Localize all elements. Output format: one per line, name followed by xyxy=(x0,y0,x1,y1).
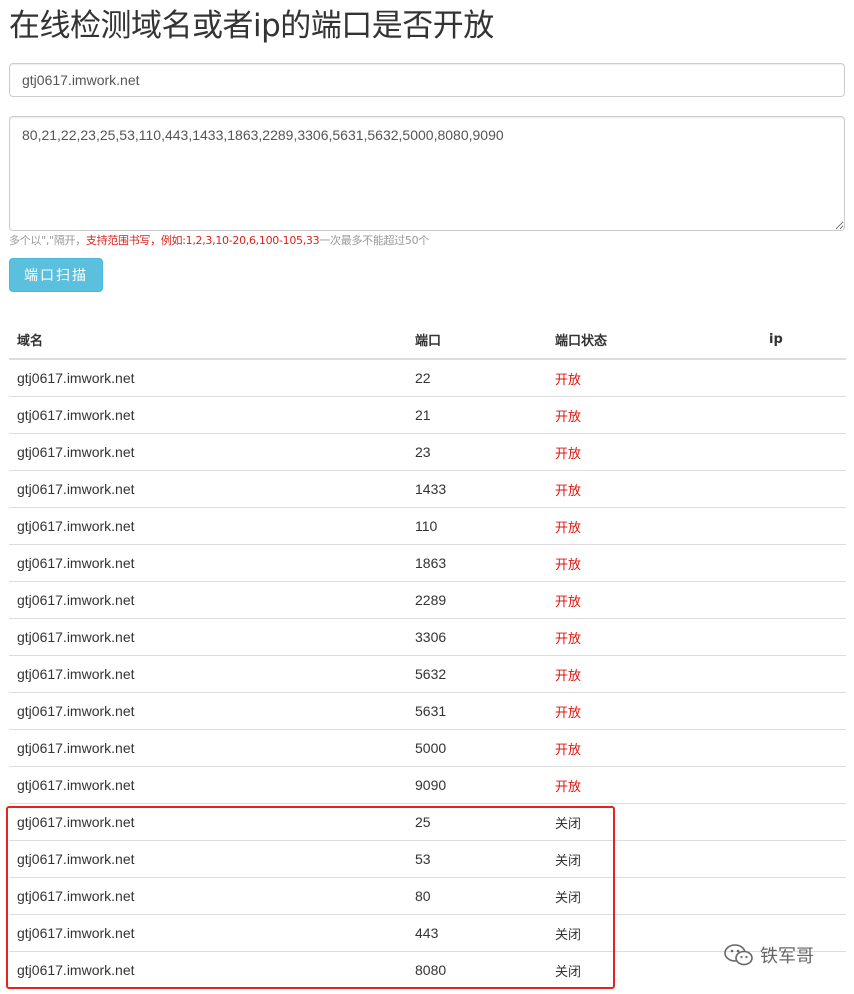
cell-status: 开放 xyxy=(547,618,761,656)
cell-ip xyxy=(761,618,846,656)
cell-domain: gtj0617.imwork.net xyxy=(9,729,407,767)
cell-port: 5632 xyxy=(407,655,547,693)
cell-ip xyxy=(761,507,846,545)
cell-status: 开放 xyxy=(547,729,761,767)
table-row: gtj0617.imwork.net 9090 开放 xyxy=(9,766,846,804)
cell-port: 23 xyxy=(407,433,547,471)
header-ip: ip xyxy=(761,321,846,360)
watermark-text: 铁军哥 xyxy=(760,946,814,967)
cell-status: 开放 xyxy=(547,396,761,434)
cell-status: 开放 xyxy=(547,692,761,730)
cell-ip xyxy=(761,840,846,878)
cell-port: 5631 xyxy=(407,692,547,730)
cell-domain: gtj0617.imwork.net xyxy=(9,433,407,471)
cell-port: 1433 xyxy=(407,470,547,508)
cell-port: 22 xyxy=(407,358,547,397)
cell-domain: gtj0617.imwork.net xyxy=(9,581,407,619)
table-row: gtj0617.imwork.net 5631 开放 xyxy=(9,692,846,730)
table-row: gtj0617.imwork.net 5632 开放 xyxy=(9,655,846,693)
cell-port: 5000 xyxy=(407,729,547,767)
table-row: gtj0617.imwork.net 1863 开放 xyxy=(9,544,846,582)
table-row: gtj0617.imwork.net 1433 开放 xyxy=(9,470,846,508)
table-row: gtj0617.imwork.net 5000 开放 xyxy=(9,729,846,767)
cell-status: 开放 xyxy=(547,433,761,471)
table-row: gtj0617.imwork.net 110 开放 xyxy=(9,507,846,545)
cell-status: 开放 xyxy=(547,544,761,582)
cell-ip xyxy=(761,766,846,804)
cell-ip xyxy=(761,655,846,693)
cell-port: 2289 xyxy=(407,581,547,619)
page-title: 在线检测域名或者ip的端口是否开放 xyxy=(9,8,494,44)
table-row: gtj0617.imwork.net 23 开放 xyxy=(9,433,846,471)
cell-ip xyxy=(761,433,846,471)
table-row: gtj0617.imwork.net 3306 开放 xyxy=(9,618,846,656)
cell-ip xyxy=(761,803,846,841)
cell-ip xyxy=(761,877,846,915)
cell-ip xyxy=(761,544,846,582)
cell-port: 21 xyxy=(407,396,547,434)
cell-port: 3306 xyxy=(407,618,547,656)
wechat-icon xyxy=(724,944,753,966)
cell-status: 开放 xyxy=(547,470,761,508)
cell-ip xyxy=(761,729,846,767)
cell-ip xyxy=(761,470,846,508)
help-part-1: 多个以","隔开， xyxy=(9,234,86,247)
cell-port: 110 xyxy=(407,507,547,545)
cell-status: 开放 xyxy=(547,507,761,545)
cell-status: 开放 xyxy=(547,358,761,397)
header-status: 端口状态 xyxy=(547,321,761,360)
cell-domain: gtj0617.imwork.net xyxy=(9,396,407,434)
table-row: gtj0617.imwork.net 22 开放 xyxy=(9,358,846,397)
cell-domain: gtj0617.imwork.net xyxy=(9,544,407,582)
help-part-2: 支持范围书写，例如:1,2,3,10-20,6,100-105,33 xyxy=(85,234,320,247)
cell-domain: gtj0617.imwork.net xyxy=(9,692,407,730)
ports-input[interactable]: 80,21,22,23,25,53,110,443,1433,1863,2289… xyxy=(9,116,845,231)
cell-ip xyxy=(761,358,846,397)
cell-status: 开放 xyxy=(547,655,761,693)
table-row: gtj0617.imwork.net 21 开放 xyxy=(9,396,846,434)
header-domain: 域名 xyxy=(9,321,407,360)
ports-help-text: 多个以","隔开，支持范围书写，例如:1,2,3,10-20,6,100-105… xyxy=(9,232,429,248)
host-input[interactable] xyxy=(9,63,845,97)
table-header-row: 域名 端口 端口状态 ip xyxy=(9,321,846,360)
help-part-3: 一次最多不能超过50个 xyxy=(319,234,430,247)
cell-domain: gtj0617.imwork.net xyxy=(9,766,407,804)
header-port: 端口 xyxy=(407,321,547,360)
cell-ip xyxy=(761,692,846,730)
table-row: gtj0617.imwork.net 2289 开放 xyxy=(9,581,846,619)
cell-port: 9090 xyxy=(407,766,547,804)
watermark: 铁军哥 xyxy=(724,942,814,968)
cell-status: 开放 xyxy=(547,766,761,804)
cell-domain: gtj0617.imwork.net xyxy=(9,507,407,545)
port-scan-button[interactable]: 端口扫描 xyxy=(9,258,103,292)
cell-domain: gtj0617.imwork.net xyxy=(9,655,407,693)
cell-status: 开放 xyxy=(547,581,761,619)
cell-domain: gtj0617.imwork.net xyxy=(9,618,407,656)
cell-port: 1863 xyxy=(407,544,547,582)
closed-ports-highlight-box xyxy=(6,806,615,989)
cell-domain: gtj0617.imwork.net xyxy=(9,358,407,397)
cell-ip xyxy=(761,396,846,434)
cell-ip xyxy=(761,581,846,619)
cell-domain: gtj0617.imwork.net xyxy=(9,470,407,508)
